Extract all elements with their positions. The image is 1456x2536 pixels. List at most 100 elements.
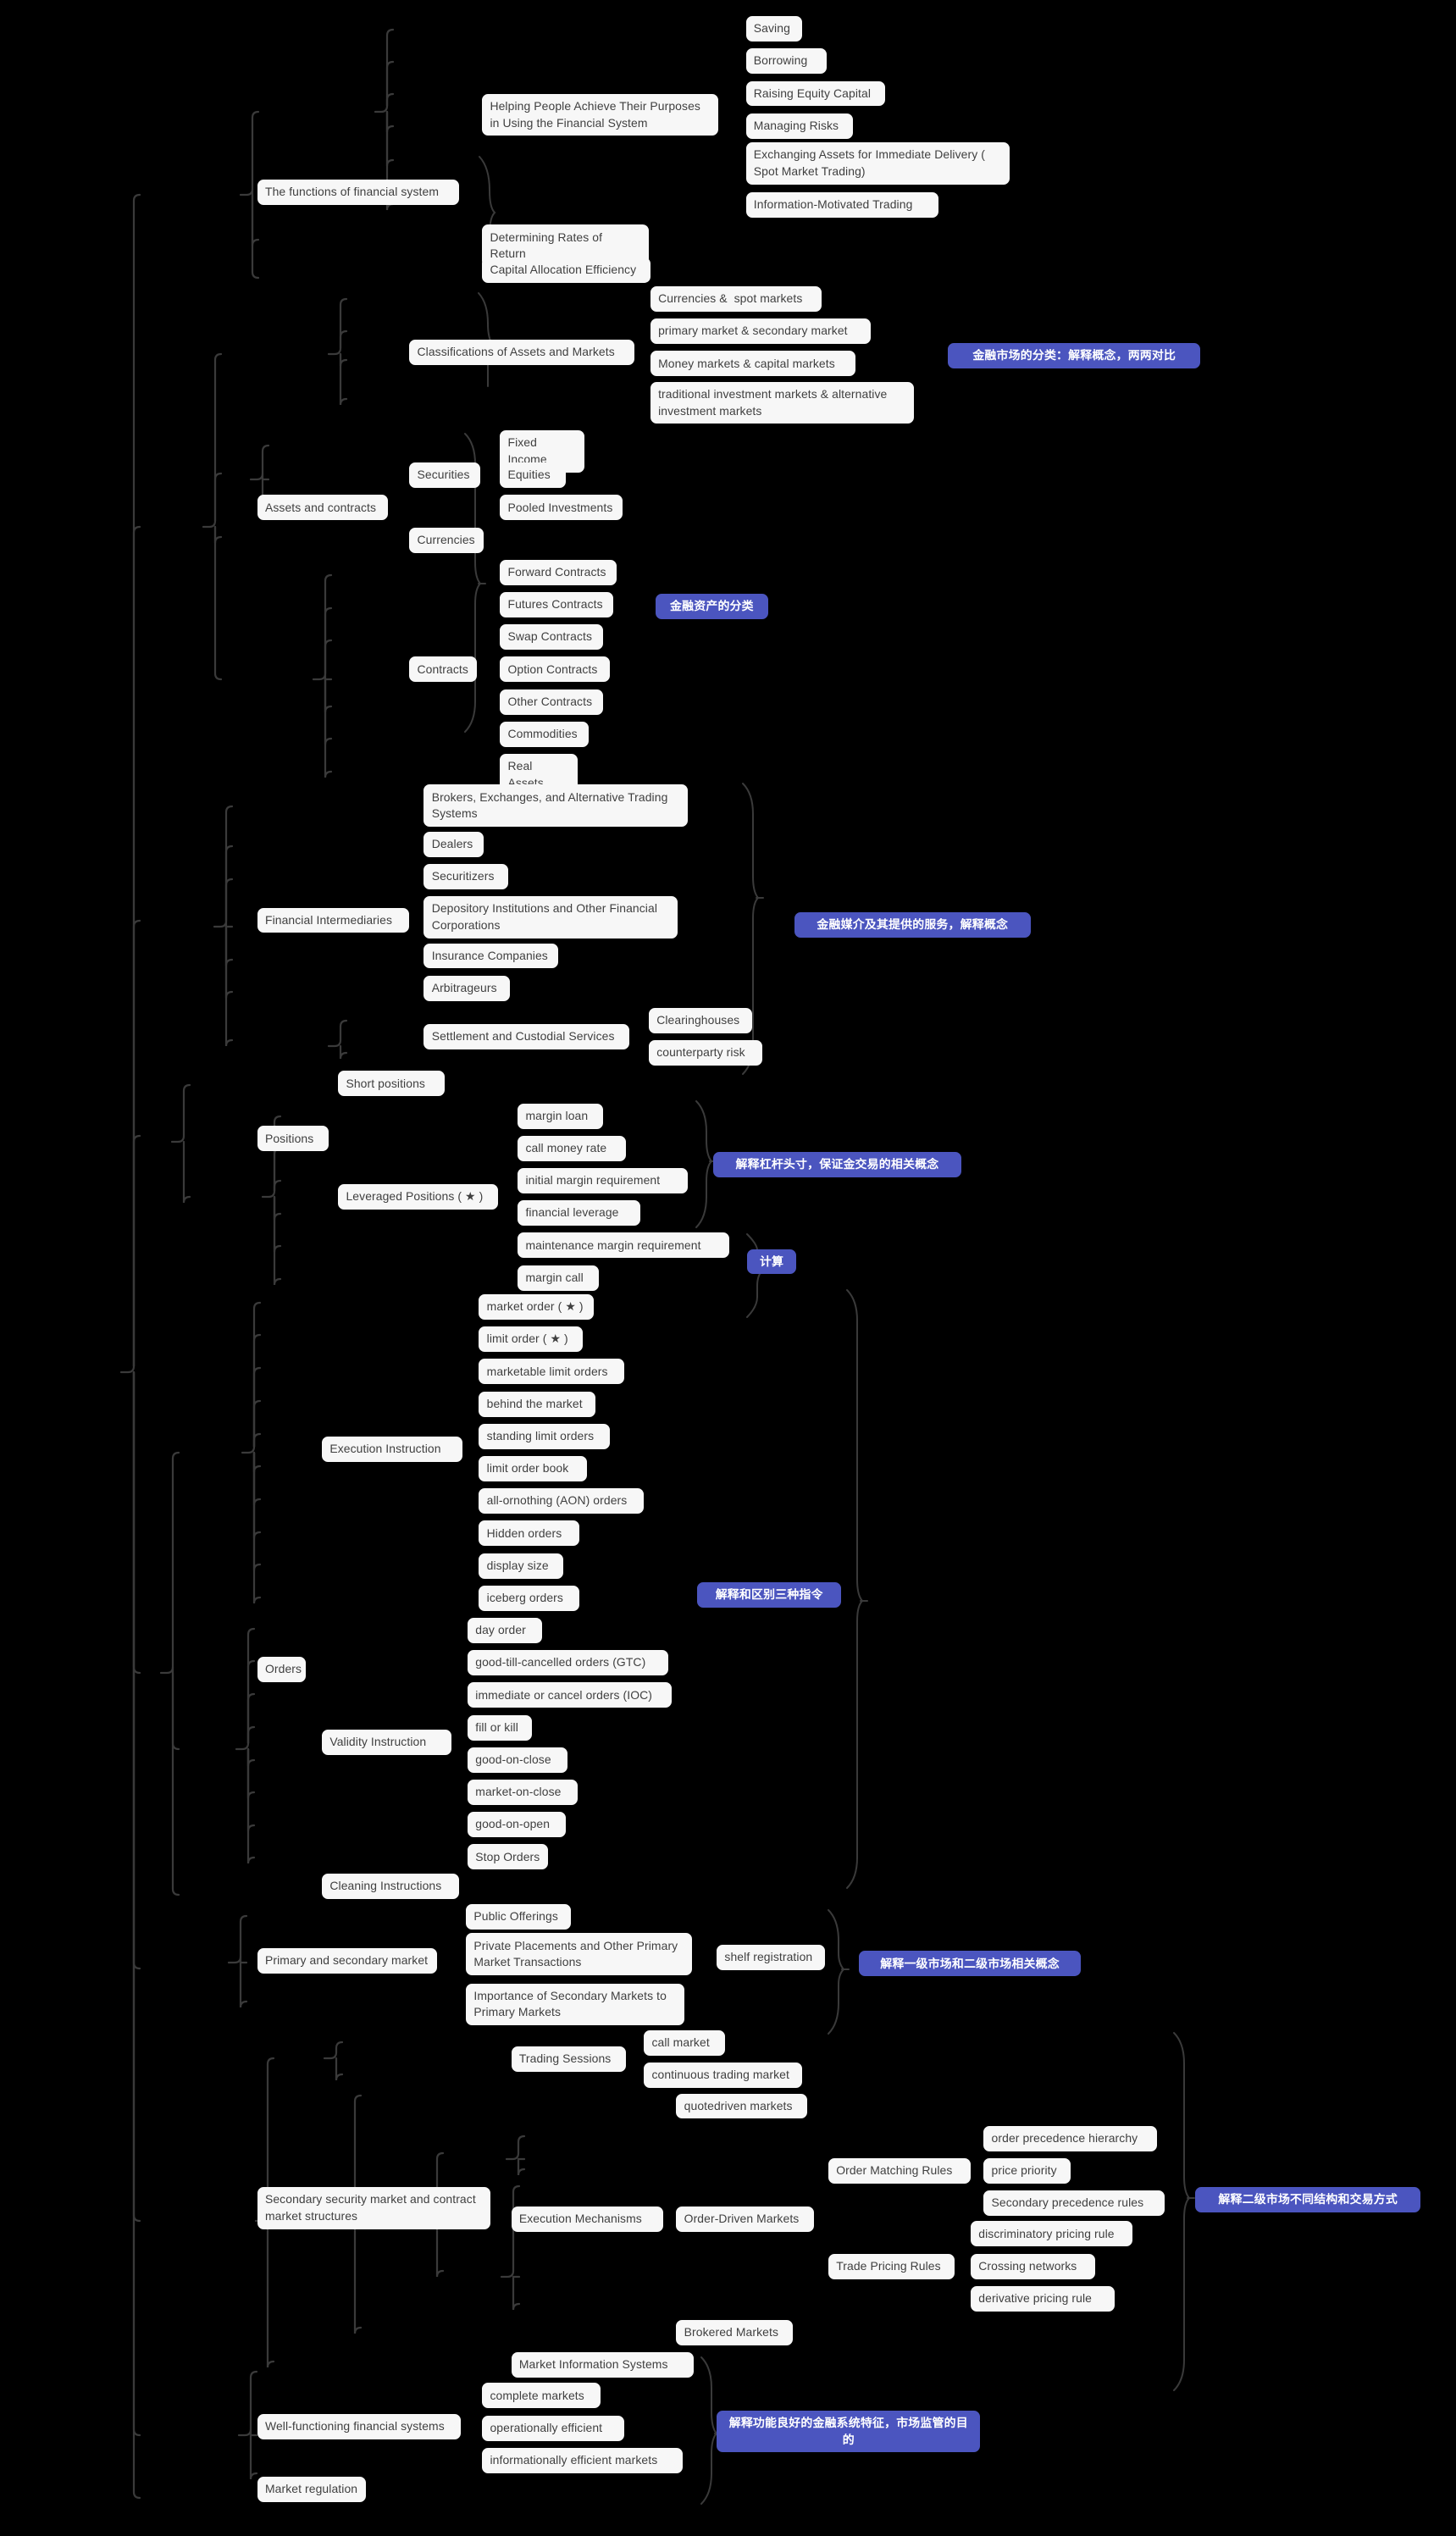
node-commodities[interactable]: Commodities: [500, 721, 590, 747]
node-price-priority[interactable]: price priority: [983, 2157, 1071, 2184]
node-contracts[interactable]: Contracts: [409, 656, 478, 683]
badge-primary-secondary[interactable]: 解释一级市场和二级市场相关概念: [859, 1951, 1081, 1977]
node-information-motivated-trading[interactable]: Information-Motivated Trading: [745, 192, 938, 219]
node-marketable-limit-orders[interactable]: marketable limit orders: [479, 1359, 625, 1385]
node-trading-sessions[interactable]: Trading Sessions: [511, 2046, 627, 2073]
node-discriminatory-pricing-rule[interactable]: discriminatory pricing rule: [971, 2221, 1132, 2247]
node-hidden-orders[interactable]: Hidden orders: [479, 1520, 579, 1547]
node-day-order[interactable]: day order: [467, 1618, 542, 1643]
node-managing-risks[interactable]: Managing Risks: [745, 113, 853, 139]
node-margin-loan[interactable]: margin loan: [518, 1103, 604, 1129]
node-behind-the-market[interactable]: behind the market: [479, 1391, 595, 1417]
node-call-market[interactable]: call market: [644, 2030, 725, 2056]
node-order-driven-markets[interactable]: Order-Driven Markets: [676, 2207, 814, 2233]
badge-asset-classification[interactable]: 金融资产的分类: [655, 593, 769, 619]
node-primary-and-secondary-market[interactable]: Primary and secondary market: [257, 1947, 437, 1974]
node-order-matching-rules[interactable]: Order Matching Rules: [828, 2157, 971, 2184]
badge-well-functioning[interactable]: 解释功能良好的金融系统特征，市场监管的目的: [717, 2410, 981, 2453]
node-limit-order-book[interactable]: limit order book: [479, 1456, 588, 1481]
node-pooled-investments[interactable]: Pooled Investments: [500, 495, 623, 521]
node-arbitrageurs[interactable]: Arbitrageurs: [424, 975, 510, 1001]
node-complete-markets[interactable]: complete markets: [482, 2383, 601, 2409]
node-option-contracts[interactable]: Option Contracts: [500, 656, 611, 683]
node-swap-contracts[interactable]: Swap Contracts: [500, 624, 604, 651]
node-public-offerings[interactable]: Public Offerings: [466, 1904, 572, 1930]
node-assets-and-contracts[interactable]: Assets and contracts: [257, 495, 389, 521]
node-secondary-precedence-rules[interactable]: Secondary precedence rules: [983, 2190, 1165, 2217]
node-money-capital-markets[interactable]: Money markets & capital markets: [650, 351, 856, 377]
node-order-precedence-hierarchy[interactable]: order precedence hierarchy: [983, 2125, 1157, 2151]
node-validity-instruction[interactable]: Validity Instruction: [322, 1729, 451, 1755]
node-continuous-trading-market[interactable]: continuous trading market: [644, 2063, 803, 2089]
node-margin-call[interactable]: margin call: [518, 1265, 599, 1291]
node-limit-order[interactable]: limit order ( ★ ): [479, 1326, 583, 1353]
node-the-functions-of-financial-system[interactable]: The functions of financial system: [257, 180, 460, 205]
node-standing-limit-orders[interactable]: standing limit orders: [479, 1423, 611, 1449]
node-iceberg-orders[interactable]: iceberg orders: [479, 1585, 579, 1611]
node-initial-margin-requirement[interactable]: initial margin requirement: [518, 1168, 688, 1193]
node-helping-people-achieve-purposes[interactable]: Helping People Achieve Their Purposes in…: [482, 93, 719, 136]
node-immediate-or-cancel-orders[interactable]: immediate or cancel orders (IOC): [467, 1682, 672, 1708]
node-dealers[interactable]: Dealers: [424, 831, 484, 857]
node-secondary-security-market-structures[interactable]: Secondary security market and contract m…: [257, 2187, 490, 2229]
node-other-contracts[interactable]: Other Contracts: [500, 689, 604, 715]
node-short-positions[interactable]: Short positions: [338, 1071, 446, 1097]
node-good-on-close[interactable]: good-on-close: [467, 1747, 568, 1773]
node-forward-contracts[interactable]: Forward Contracts: [500, 559, 617, 585]
node-exchanging-assets-spot[interactable]: Exchanging Assets for Immediate Delivery…: [745, 142, 1010, 185]
node-saving[interactable]: Saving: [745, 16, 803, 42]
badge-secondary-structures[interactable]: 解释二级市场不同结构和交易方式: [1195, 2187, 1420, 2213]
node-stop-orders[interactable]: Stop Orders: [467, 1844, 549, 1870]
node-call-money-rate[interactable]: call money rate: [518, 1135, 627, 1161]
node-market-regulation[interactable]: Market regulation: [257, 2477, 366, 2503]
node-clearinghouses[interactable]: Clearinghouses: [648, 1007, 753, 1033]
node-orders[interactable]: Orders: [257, 1656, 306, 1682]
node-good-till-cancelled-orders[interactable]: good-till-cancelled orders (GTC): [467, 1650, 668, 1676]
badge-order-instructions[interactable]: 解释和区别三种指令: [697, 1581, 842, 1608]
badge-intermediaries[interactable]: 金融媒介及其提供的服务，解释概念: [794, 912, 1031, 939]
node-trade-pricing-rules[interactable]: Trade Pricing Rules: [828, 2253, 955, 2279]
node-private-placements[interactable]: Private Placements and Other Primary Mar…: [466, 1933, 693, 1975]
node-futures-contracts[interactable]: Futures Contracts: [500, 592, 613, 617]
node-good-on-open[interactable]: good-on-open: [467, 1812, 567, 1838]
node-equities[interactable]: Equities: [500, 462, 567, 489]
node-depository-institutions[interactable]: Depository Institutions and Other Financ…: [424, 896, 678, 939]
node-cleaning-instructions[interactable]: Cleaning Instructions: [322, 1873, 460, 1899]
node-raising-equity-capital[interactable]: Raising Equity Capital: [745, 80, 885, 107]
node-financial-leverage[interactable]: financial leverage: [518, 1200, 641, 1226]
badge-leveraged-positions[interactable]: 解释杠杆头寸，保证金交易的相关概念: [713, 1151, 961, 1177]
node-fill-or-kill[interactable]: fill or kill: [467, 1714, 533, 1741]
node-all-or-nothing-orders[interactable]: all-ornothing (AON) orders: [479, 1488, 645, 1514]
node-insurance-companies[interactable]: Insurance Companies: [424, 943, 558, 969]
node-financial-intermediaries[interactable]: Financial Intermediaries: [257, 907, 410, 933]
node-display-size[interactable]: display size: [479, 1553, 563, 1579]
node-settlement-custodial-services[interactable]: Settlement and Custodial Services: [424, 1024, 629, 1049]
node-market-order[interactable]: market order ( ★ ): [479, 1294, 594, 1320]
node-primary-secondary-market[interactable]: primary market & secondary market: [650, 318, 871, 345]
node-traditional-alternative-investment-markets[interactable]: traditional investment markets & alterna…: [650, 381, 915, 424]
node-importance-of-secondary-markets[interactable]: Importance of Secondary Markets to Prima…: [466, 1983, 684, 2026]
node-quote-driven-markets[interactable]: quotedriven markets: [676, 2093, 808, 2119]
node-leveraged-positions[interactable]: Leveraged Positions ( ★ ): [338, 1184, 499, 1210]
node-derivative-pricing-rule[interactable]: derivative pricing rule: [971, 2285, 1115, 2312]
node-classifications-of-assets-and-markets[interactable]: Classifications of Assets and Markets: [409, 340, 634, 365]
node-informationally-efficient-markets[interactable]: informationally efficient markets: [482, 2447, 683, 2473]
node-brokers-exchanges-ats[interactable]: Brokers, Exchanges, and Alternative Trad…: [424, 784, 688, 827]
node-borrowing[interactable]: Borrowing: [745, 48, 827, 75]
node-shelf-registration[interactable]: shelf registration: [717, 1944, 826, 1970]
node-execution-instruction[interactable]: Execution Instruction: [322, 1437, 463, 1462]
node-counterparty-risk[interactable]: counterparty risk: [648, 1040, 762, 1066]
node-operationally-efficient[interactable]: operationally efficient: [482, 2415, 625, 2441]
node-securities[interactable]: Securities: [409, 462, 481, 489]
node-crossing-networks[interactable]: Crossing networks: [971, 2253, 1096, 2279]
node-execution-mechanisms[interactable]: Execution Mechanisms: [511, 2207, 664, 2233]
node-currencies-spot-markets[interactable]: Currencies & spot markets: [650, 286, 822, 312]
node-well-functioning-financial-systems[interactable]: Well-functioning financial systems: [257, 2413, 462, 2439]
node-positions[interactable]: Positions: [257, 1126, 329, 1152]
badge-calculation[interactable]: 计算: [747, 1249, 796, 1275]
node-market-information-systems[interactable]: Market Information Systems: [511, 2352, 695, 2378]
node-securitizers[interactable]: Securitizers: [424, 863, 508, 889]
badge-market-classification[interactable]: 金融市场的分类：解释概念，两两对比: [948, 342, 1201, 368]
node-maintenance-margin-requirement[interactable]: maintenance margin requirement: [518, 1232, 730, 1259]
node-market-on-close[interactable]: market-on-close: [467, 1780, 578, 1805]
